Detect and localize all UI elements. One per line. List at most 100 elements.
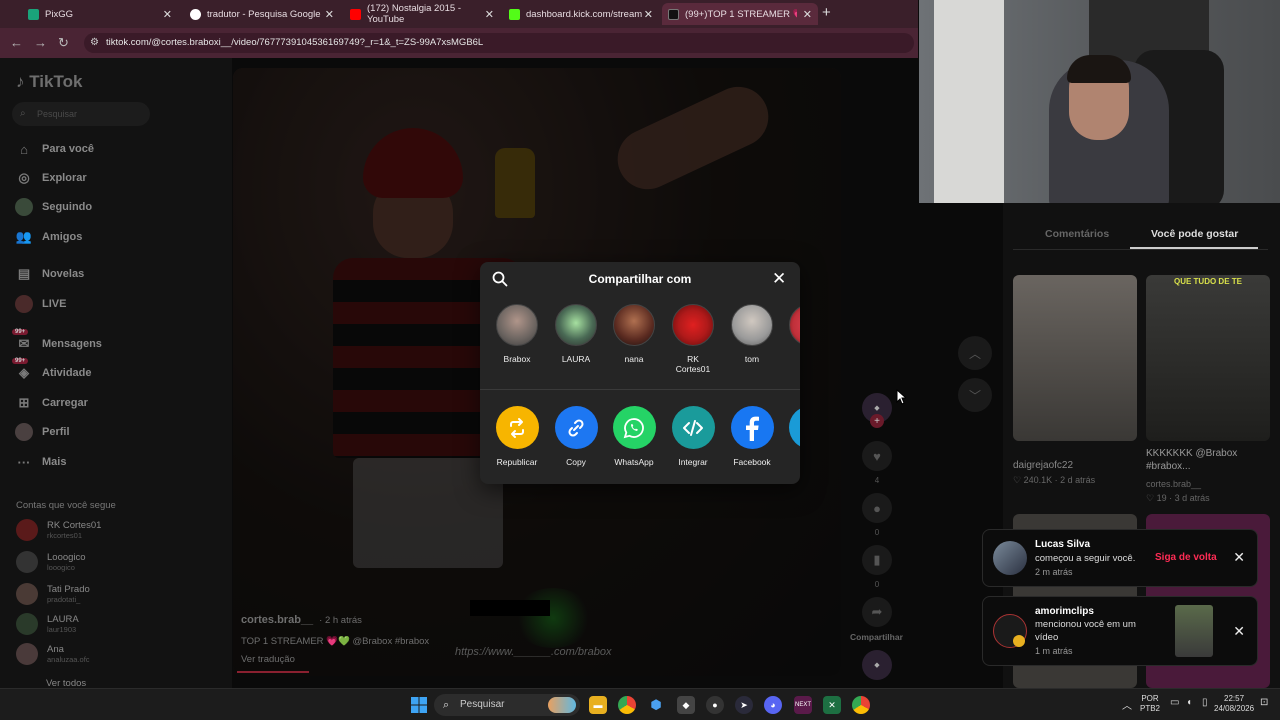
bookmark-icon[interactable]: ▮ bbox=[862, 545, 892, 575]
tab-tiktok[interactable]: (99+)TOP 1 STREAMER 💗💚 ... ✕ bbox=[662, 3, 818, 25]
nav-mais[interactable]: ··· Mais bbox=[15, 451, 67, 473]
close-tab-icon[interactable]: ✕ bbox=[163, 8, 172, 21]
share-contact[interactable]: tom bbox=[724, 304, 780, 364]
taskbar-search[interactable]: ⌕ Pesquisar bbox=[434, 694, 580, 716]
url-field[interactable]: ⚙ tiktok.com/@cortes.braboxi__/video/767… bbox=[84, 33, 914, 53]
nav-carregar[interactable]: ⊞ Carregar bbox=[15, 392, 88, 414]
nav-novelas[interactable]: ▤ Novelas bbox=[15, 263, 84, 285]
share-contact[interactable]: Brabox bbox=[489, 304, 545, 364]
share-whatsapp-button[interactable]: WhatsApp bbox=[604, 406, 664, 467]
forward-icon[interactable]: → bbox=[34, 35, 47, 50]
nav-seguindo[interactable]: Seguindo bbox=[15, 196, 92, 218]
tray-chevron-icon[interactable]: ︿ bbox=[1122, 697, 1132, 712]
avatar bbox=[496, 304, 538, 346]
follow-plus-icon[interactable]: + bbox=[870, 414, 884, 428]
follow-back-button[interactable]: Siga de volta bbox=[1155, 552, 1217, 563]
nav-atividade[interactable]: ◈ 99+ Atividade bbox=[12, 358, 92, 384]
app-icon[interactable]: ◆ bbox=[677, 696, 695, 714]
tab-kick[interactable]: dashboard.kick.com/stream ✕ bbox=[503, 3, 659, 25]
reload-icon[interactable]: ↻ bbox=[58, 35, 69, 51]
share-telegram-button[interactable]: Te bbox=[780, 406, 800, 467]
tab-google[interactable]: tradutor - Pesquisa Google ✕ bbox=[184, 3, 340, 25]
notification-bell-icon[interactable]: ⊡ bbox=[1260, 697, 1268, 708]
app-icon[interactable]: ➤ bbox=[735, 696, 753, 714]
suggested-video-thumb[interactable]: QUE TUDO DE TE bbox=[1146, 275, 1270, 441]
following-heading: Contas que você segue bbox=[16, 500, 116, 511]
share-copy-button[interactable]: Copy bbox=[546, 406, 606, 467]
like-icon[interactable]: ♥ bbox=[862, 441, 892, 471]
link-icon bbox=[554, 406, 598, 449]
volume-icon[interactable]: ◖ bbox=[1186, 697, 1192, 708]
share-contact[interactable]: nana bbox=[606, 304, 662, 364]
chrome-icon[interactable] bbox=[852, 696, 870, 714]
battery-icon[interactable]: ▯ bbox=[1202, 697, 1208, 708]
following-account[interactable]: Looogico looogico bbox=[16, 548, 86, 576]
tiktok-logo[interactable]: ♪ TikTok bbox=[16, 72, 82, 92]
close-icon[interactable]: ✕ bbox=[1233, 623, 1245, 640]
share-facebook-button[interactable]: Facebook bbox=[722, 406, 782, 467]
share-contact[interactable]: xB bbox=[782, 304, 800, 364]
home-icon: ⌂ bbox=[20, 141, 28, 157]
share-republicar-button[interactable]: Republicar bbox=[487, 406, 547, 467]
share-integrar-button[interactable]: Integrar bbox=[663, 406, 723, 467]
notification-time: 2 m atrás bbox=[1035, 567, 1073, 577]
tab-comments[interactable]: Comentários bbox=[1045, 228, 1109, 240]
share-icon[interactable]: ➦ bbox=[862, 597, 892, 627]
tab-youtube[interactable]: (172) Nostalgia 2015 - YouTube ✕ bbox=[344, 3, 500, 25]
nav-explorar[interactable]: ◎ Explorar bbox=[15, 167, 86, 189]
video-author[interactable]: cortes.brab__ · 2 h atrás bbox=[241, 614, 362, 626]
messages-icon: ✉ 99+ bbox=[12, 329, 33, 353]
excel-icon[interactable]: ✕ bbox=[823, 696, 841, 714]
thumb-author[interactable]: daigrejaofc22 bbox=[1013, 459, 1073, 472]
thumb-author[interactable]: cortes.brab__ bbox=[1146, 479, 1201, 489]
save-count: 0 bbox=[874, 580, 880, 589]
tab-suggested[interactable]: Você pode gostar bbox=[1151, 228, 1238, 240]
video-progress-bar[interactable] bbox=[237, 671, 309, 673]
network-icon[interactable]: ▭ bbox=[1170, 697, 1179, 708]
nav-perfil[interactable]: Perfil bbox=[15, 421, 70, 443]
nav-para-voce[interactable]: ⌂ Para você bbox=[15, 138, 94, 160]
close-tab-icon[interactable]: ✕ bbox=[803, 8, 812, 21]
notification-video-thumb[interactable] bbox=[1175, 605, 1213, 657]
translate-link[interactable]: Ver tradução bbox=[241, 654, 295, 665]
notification-follow[interactable]: Lucas Silva começou a seguir você. 2 m a… bbox=[982, 529, 1258, 587]
following-account[interactable]: Ana analuzaa.ofc bbox=[16, 640, 90, 668]
search-input[interactable]: ⌕ Pesquisar bbox=[12, 102, 150, 126]
nav-mensagens[interactable]: ✉ 99+ Mensagens bbox=[12, 329, 102, 355]
new-tab-icon[interactable]: + bbox=[822, 4, 831, 21]
nav-amigos[interactable]: 👥 Amigos bbox=[15, 226, 82, 248]
following-account[interactable]: RK Cortes01 rkcortes01 bbox=[16, 516, 101, 544]
avatar bbox=[16, 583, 38, 605]
back-icon[interactable]: ← bbox=[10, 35, 23, 50]
video-description: TOP 1 STREAMER 💗💚 @Brabox #brabox bbox=[241, 636, 430, 647]
following-account[interactable]: Tati Prado pradotati_ bbox=[16, 580, 90, 608]
tab-pixgg[interactable]: PixGG ✕ bbox=[22, 3, 178, 25]
input-language[interactable]: POR PTB2 bbox=[1140, 694, 1160, 714]
share-contact[interactable]: LAURA bbox=[548, 304, 604, 364]
share-contact[interactable]: RK Cortes01 bbox=[665, 304, 721, 374]
following-account[interactable]: LAURA laur1903 bbox=[16, 610, 79, 638]
site-settings-icon[interactable]: ⚙ bbox=[90, 33, 99, 53]
avatar bbox=[731, 304, 773, 346]
close-tab-icon[interactable]: ✕ bbox=[325, 8, 334, 21]
clock[interactable]: 22:57 24/08/2026 bbox=[1214, 694, 1254, 714]
close-tab-icon[interactable]: ✕ bbox=[644, 8, 653, 21]
file-explorer-icon[interactable]: ▬ bbox=[589, 696, 607, 714]
close-icon[interactable]: ✕ bbox=[772, 270, 786, 287]
chevron-down-icon[interactable]: ﹀ bbox=[958, 378, 992, 412]
app-icon[interactable]: ⬢ bbox=[647, 696, 665, 714]
chrome-icon[interactable] bbox=[618, 696, 636, 714]
close-tab-icon[interactable]: ✕ bbox=[485, 8, 494, 21]
suggested-video-thumb[interactable] bbox=[1013, 275, 1137, 441]
music-disc-icon[interactable]: ◆ bbox=[862, 650, 892, 680]
app-icon[interactable]: NEXT bbox=[794, 696, 812, 714]
nav-live[interactable]: LIVE bbox=[15, 293, 66, 315]
comment-icon[interactable]: ● bbox=[862, 493, 892, 523]
windows-start-icon[interactable] bbox=[411, 697, 427, 713]
discord-icon[interactable]: ◕ bbox=[764, 696, 782, 714]
close-icon[interactable]: ✕ bbox=[1233, 549, 1245, 566]
profile-icon bbox=[15, 423, 33, 441]
notification-mention[interactable]: amorimclips mencionou você em um vídeo 1… bbox=[982, 596, 1258, 666]
chevron-up-icon[interactable]: ︿ bbox=[958, 336, 992, 370]
obs-icon[interactable]: ● bbox=[706, 696, 724, 714]
